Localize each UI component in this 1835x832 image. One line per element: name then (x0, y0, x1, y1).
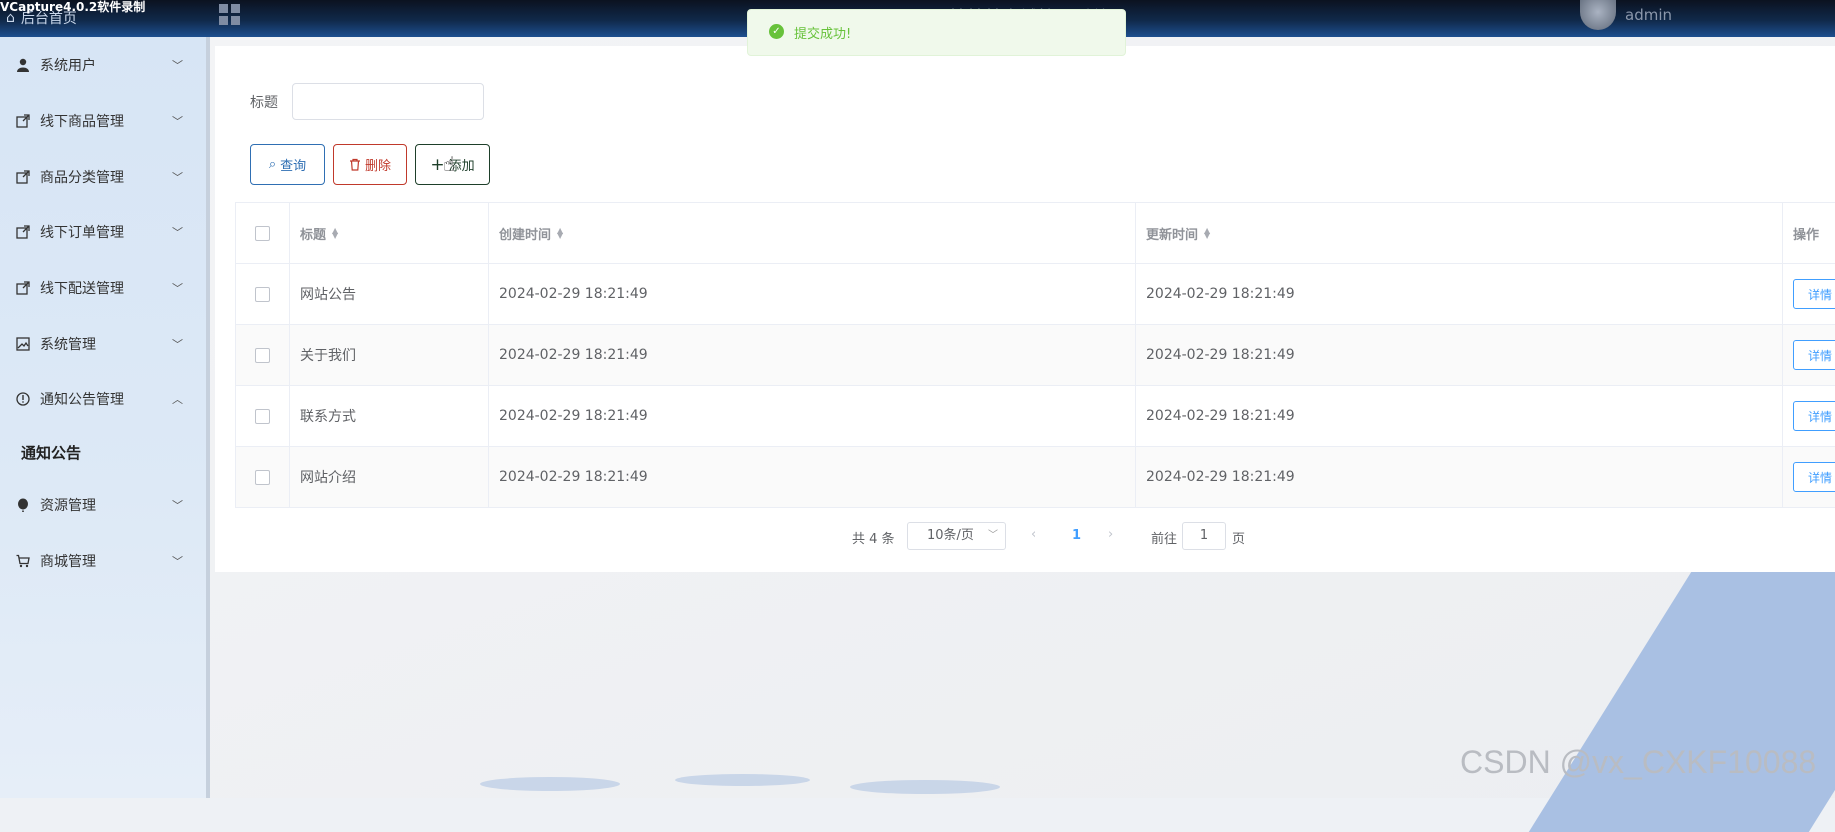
menu-grid-icon[interactable] (219, 4, 241, 26)
external-link-icon (16, 225, 30, 239)
goto-page-input[interactable]: 1 (1182, 522, 1226, 550)
picture-icon (16, 337, 30, 351)
search-icon: ⌕ (268, 157, 277, 172)
cell-updated: 2024-02-29 18:21:49 (1135, 447, 1782, 507)
avatar[interactable] (1580, 0, 1616, 30)
cell-title: 联系方式 (289, 386, 488, 446)
chevron-down-icon: ﹀ (172, 338, 183, 351)
chevron-down-icon: ﹀ (172, 555, 183, 568)
table-row: 关于我们 2024-02-29 18:21:49 2024-02-29 18:2… (235, 325, 1835, 386)
sort-icon[interactable]: ▲ ▼ (1204, 227, 1210, 240)
chevron-down-icon: ﹀ (172, 282, 183, 295)
cart-icon (16, 554, 30, 568)
trash-icon (349, 158, 360, 171)
title-filter-input[interactable] (292, 83, 484, 120)
sidebar-item-category[interactable]: 商品分类管理 ﹀ (0, 157, 206, 197)
column-header-created[interactable]: 创建时间 ▲ ▼ (488, 203, 1135, 263)
page-size-select[interactable]: 10条/页 ﹀ (907, 522, 1006, 550)
select-all-checkbox[interactable] (255, 225, 270, 241)
sort-icon[interactable]: ▲ ▼ (557, 227, 563, 240)
sort-icon[interactable]: ▲ ▼ (332, 227, 338, 240)
row-checkbox[interactable] (255, 347, 270, 363)
sidebar: 系统用户 ﹀ 线下商品管理 ﹀ 商品分类管理 ﹀ 线下订单管理 ﹀ 线下配送管理… (0, 37, 206, 798)
sidebar-item-notice-management[interactable]: 通知公告管理 ︿ (0, 379, 206, 419)
cell-title: 网站介绍 (289, 447, 488, 507)
cell-updated: 2024-02-29 18:21:49 (1135, 325, 1782, 385)
recorder-watermark: VCapture4.0.2软件录制 (0, 0, 146, 14)
table-row: 网站公告 2024-02-29 18:21:49 2024-02-29 18:2… (235, 264, 1835, 325)
chevron-down-icon: ﹀ (172, 499, 183, 512)
chevron-down-icon: ﹀ (988, 530, 998, 541)
row-checkbox[interactable] (255, 408, 270, 424)
toast-message: 提交成功! (794, 27, 852, 42)
search-button[interactable]: ⌕ 查询 (250, 144, 325, 185)
delete-button[interactable]: 删除 (333, 144, 407, 185)
next-page-button[interactable]: › (1108, 527, 1113, 542)
cell-updated: 2024-02-29 18:21:49 (1135, 264, 1782, 324)
cell-created: 2024-02-29 18:21:49 (488, 447, 1135, 507)
sidebar-item-offline-products[interactable]: 线下商品管理 ﹀ (0, 101, 206, 141)
title-filter-label: 标题 (250, 95, 278, 111)
external-link-icon (16, 114, 30, 128)
chevron-up-icon: ︿ (172, 393, 183, 406)
prev-page-button[interactable]: ‹ (1031, 527, 1036, 542)
cell-created: 2024-02-29 18:21:49 (488, 386, 1135, 446)
sidebar-subitem-notice[interactable]: 通知公告 (21, 442, 81, 463)
sidebar-item-offline-orders[interactable]: 线下订单管理 ﹀ (0, 212, 206, 252)
background-decoration (675, 774, 810, 786)
sidebar-item-system-management[interactable]: 系统管理 ﹀ (0, 324, 206, 364)
column-header-actions: 操作 (1782, 203, 1835, 263)
row-checkbox[interactable] (255, 286, 270, 302)
detail-button[interactable]: 详情 (1793, 279, 1835, 309)
csdn-watermark: CSDN @vx_CXKF10088 (1460, 744, 1817, 780)
cell-updated: 2024-02-29 18:21:49 (1135, 386, 1782, 446)
hand-cursor-icon: ☝ (443, 152, 456, 176)
table-row: 网站介绍 2024-02-29 18:21:49 2024-02-29 18:2… (235, 447, 1835, 508)
pagination-total: 共 4 条 (852, 532, 895, 547)
notice-table: 标题 ▲ ▼ 创建时间 ▲ ▼ 更新时间 ▲ ▼ 操作 网站公告 2024-02-29 18… (235, 202, 1835, 508)
table-header-row: 标题 ▲ ▼ 创建时间 ▲ ▼ 更新时间 ▲ ▼ 操作 (235, 203, 1835, 264)
cell-title: 网站公告 (289, 264, 488, 324)
user-icon (17, 58, 29, 72)
detail-button[interactable]: 详情 (1793, 340, 1835, 370)
page-number-current[interactable]: 1 (1072, 528, 1081, 543)
chevron-down-icon: ﹀ (172, 226, 183, 239)
success-toast: ✓ 提交成功! (747, 9, 1126, 56)
external-link-icon (16, 170, 30, 184)
table-row: 联系方式 2024-02-29 18:21:49 2024-02-29 18:2… (235, 386, 1835, 447)
balloon-icon (18, 498, 28, 512)
sidebar-item-offline-delivery[interactable]: 线下配送管理 ﹀ (0, 268, 206, 308)
detail-button[interactable]: 详情 (1793, 462, 1835, 492)
sidebar-item-resources[interactable]: 资源管理 ﹀ (0, 485, 206, 525)
column-header-updated[interactable]: 更新时间 ▲ ▼ (1135, 203, 1782, 263)
detail-button[interactable]: 详情 (1793, 401, 1835, 431)
row-checkbox[interactable] (255, 469, 270, 485)
username[interactable]: admin (1625, 6, 1672, 24)
background-decoration (480, 777, 620, 791)
external-link-icon (16, 281, 30, 295)
column-header-title[interactable]: 标题 ▲ ▼ (289, 203, 488, 263)
info-circle-icon (16, 392, 30, 406)
check-circle-icon: ✓ (769, 24, 784, 39)
background-decoration (850, 780, 1000, 794)
pagination: 共 4 条 10条/页 ﹀ ‹ 1 › 前往 1 页 (0, 522, 1835, 552)
cell-created: 2024-02-29 18:21:49 (488, 325, 1135, 385)
goto-label: 前往 (1151, 532, 1178, 547)
cell-title: 关于我们 (289, 325, 488, 385)
chevron-down-icon: ﹀ (172, 115, 183, 128)
chevron-down-icon: ﹀ (172, 59, 183, 72)
goto-suffix: 页 (1232, 532, 1246, 547)
cell-created: 2024-02-29 18:21:49 (488, 264, 1135, 324)
chevron-down-icon: ﹀ (172, 171, 183, 184)
sidebar-item-system-users[interactable]: 系统用户 ﹀ (0, 45, 206, 85)
